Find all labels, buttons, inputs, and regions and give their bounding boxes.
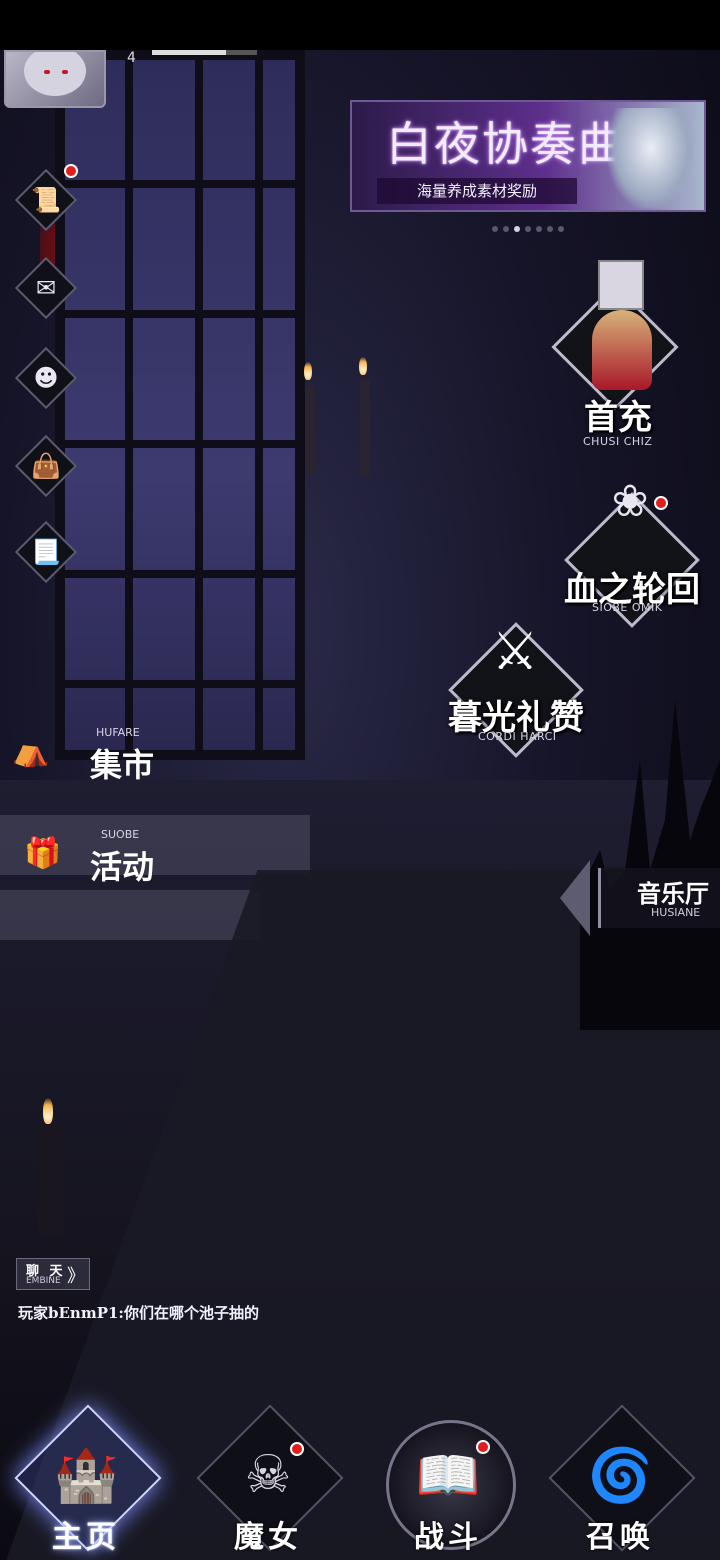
bottom-navigation: 🏰 主页 ☠ 魔女 📖 战斗 🌀 召唤: [0, 1400, 720, 1560]
first-charge-button[interactable]: 首充 CHUSI CHIZ: [551, 260, 696, 460]
player-avatar[interactable]: [4, 50, 106, 108]
first-charge-label: 首充: [584, 398, 652, 438]
chat-tab-sublabel: EMBINE: [26, 1276, 61, 1286]
market-sublabel: HUFARE: [96, 726, 140, 739]
banner-pagination[interactable]: [492, 226, 564, 234]
bag-icon: 👜: [31, 452, 61, 480]
events-button[interactable]: 🎁 SUOBE 活动: [12, 822, 172, 886]
character-portrait: [592, 310, 652, 390]
pagination-dot[interactable]: [536, 226, 542, 232]
side-menu-quest-scroll-button[interactable]: 📜: [14, 164, 78, 232]
quest-scroll-icon: 📜: [31, 186, 61, 214]
side-menu-bag-button[interactable]: 👜: [14, 434, 78, 498]
side-menu-notice-button[interactable]: 📃: [14, 520, 78, 584]
events-label: 活动: [90, 848, 155, 886]
music-hall-arrow-icon[interactable]: [560, 860, 590, 936]
castle-silhouette: [580, 700, 720, 1030]
banner-subtitle: 海量养成素材奖励: [377, 178, 577, 204]
nav-witch[interactable]: ☠ 魔女: [188, 1400, 348, 1560]
events-chest-icon: 🎁: [24, 836, 62, 871]
nav-summon[interactable]: 🌀 召唤: [540, 1400, 700, 1560]
music-hall-button[interactable]: 音乐厅 HUSIANE: [598, 868, 720, 928]
pagination-dot[interactable]: [547, 226, 553, 232]
sword-wings-icon: ⚔: [491, 622, 539, 682]
pagination-dot[interactable]: [514, 226, 520, 232]
nav-home[interactable]: 🏰 主页: [6, 1400, 166, 1560]
quest-scroll-badge: [64, 164, 78, 178]
castle-icon: 🏰: [53, 1445, 119, 1506]
nav-summon-label: 召唤: [586, 1520, 654, 1555]
events-sublabel: SUOBE: [101, 828, 140, 841]
chat-message[interactable]: 玩家bEnmP1:你们在哪个池子抽的: [18, 1302, 259, 1323]
first-charge-sublabel: CHUSI CHIZ: [583, 435, 653, 448]
pagination-dot[interactable]: [558, 226, 564, 232]
music-hall-sublabel: HUSIANE: [651, 906, 701, 919]
nav-battle[interactable]: 📖 战斗: [368, 1400, 528, 1560]
market-label: 集市: [90, 746, 155, 784]
music-hall-label: 音乐厅: [637, 879, 709, 908]
gothic-window: [55, 50, 305, 760]
nav-witch-label: 魔女: [234, 1520, 302, 1555]
side-menu-friends-button[interactable]: ☻: [14, 346, 78, 410]
blood-cycle-sublabel: SIOBE OMIK: [592, 601, 663, 614]
twilight-hymn-button[interactable]: ⚔ 暮光礼赞 CORDI HARCI: [440, 608, 590, 788]
rose-icon: ❀: [611, 476, 649, 527]
notice-icon: 📃: [31, 538, 61, 566]
hat-icon: [598, 260, 644, 310]
friends-icon: ☻: [33, 364, 59, 392]
market-stall-icon: ⛺: [12, 734, 50, 769]
pagination-dot[interactable]: [525, 226, 531, 232]
blood-cycle-badge: [654, 496, 668, 510]
status-strip: [0, 0, 720, 50]
player-level: 4: [127, 50, 136, 66]
event-banner[interactable]: 白夜协奏曲 海量养成素材奖励: [350, 100, 706, 212]
mail-icon: ✉: [35, 274, 57, 302]
chevron-right-icon: 》: [67, 1266, 85, 1287]
rose-wheel-icon: 🌀: [587, 1445, 653, 1506]
pagination-dot[interactable]: [503, 226, 509, 232]
exp-bar: [152, 50, 257, 55]
nav-home-label: 主页: [52, 1520, 120, 1555]
chat-tab[interactable]: 聊 天 EMBINE 》: [16, 1258, 90, 1290]
nav-battle-badge: [476, 1440, 490, 1454]
nav-battle-label: 战斗: [414, 1520, 482, 1555]
pagination-dot[interactable]: [492, 226, 498, 232]
banner-character: [608, 108, 694, 208]
banner-title: 白夜协奏曲: [386, 117, 626, 171]
side-menu-mail-button[interactable]: ✉: [14, 256, 78, 320]
twilight-hymn-sublabel: CORDI HARCI: [478, 730, 557, 743]
nav-witch-badge: [290, 1442, 304, 1456]
market-button[interactable]: ⛺ HUFARE 集市: [12, 720, 172, 784]
